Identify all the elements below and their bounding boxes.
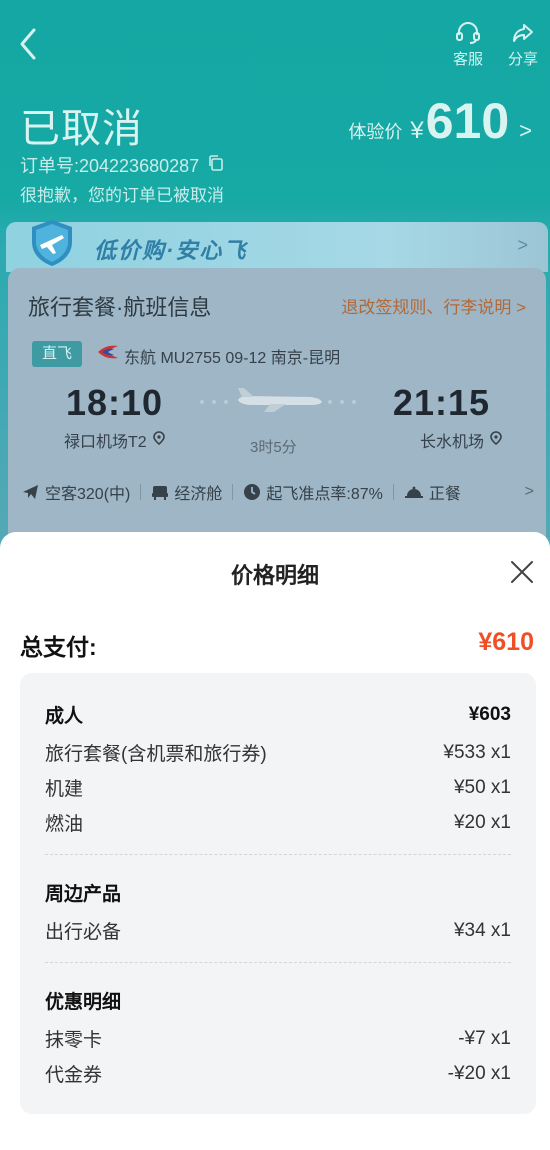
flight-duration: 3时5分 xyxy=(250,439,297,456)
line-item: 机建 ¥50 x1 xyxy=(45,770,511,805)
line-item: 燃油 ¥20 x1 xyxy=(45,805,511,840)
section-name: 优惠明细 xyxy=(45,992,122,1013)
close-button[interactable] xyxy=(504,554,540,590)
line-item-value: ¥34 x1 xyxy=(453,919,511,941)
aircraft-type: 空客320(中) xyxy=(22,480,130,504)
share-icon xyxy=(513,24,533,42)
section-name: 成人 xyxy=(45,706,84,727)
line-item-label: 机建 xyxy=(45,779,84,800)
promo-text: 低价购·安心飞 xyxy=(94,238,248,263)
departure-time: 18:10 xyxy=(66,382,164,423)
line-item-value: ¥50 x1 xyxy=(453,776,511,798)
section-header: 周边产品 xyxy=(45,875,511,910)
cabin-class-label: 经济舱 xyxy=(174,486,223,503)
on-time-rate-label: 起飞准点率:87% xyxy=(266,486,383,503)
price-detail-sheet: 价格明细 总支付: ¥610 成人 ¥603 旅行套餐(含机票和旅行券) ¥53… xyxy=(0,532,550,1150)
flight-info-card: 旅行套餐·航班信息 退改签规则、行李说明 > 直飞 东航 MU2755 09-1… xyxy=(8,268,546,560)
chevron-right-icon: > xyxy=(517,235,528,255)
section-header: 优惠明细 xyxy=(45,983,511,1018)
clock-icon xyxy=(244,484,261,500)
divider xyxy=(140,484,142,500)
price-value: 610 xyxy=(425,93,510,149)
order-status: 已取消 xyxy=(20,107,143,151)
copy-icon[interactable] xyxy=(207,154,225,177)
cabin-class: 经济舱 xyxy=(151,480,222,504)
on-time-rate: 起飞准点率:87% xyxy=(243,480,383,504)
back-icon[interactable] xyxy=(14,26,46,62)
section-name: 周边产品 xyxy=(45,884,122,905)
price-breakdown: 成人 ¥603 旅行套餐(含机票和旅行券) ¥533 x1 机建 ¥50 x1 … xyxy=(20,673,536,1114)
customer-service-button[interactable]: 客服 xyxy=(446,22,490,69)
direct-flight-tag: 直飞 xyxy=(32,341,82,367)
line-item: 出行必备 ¥34 x1 xyxy=(45,913,511,948)
china-eastern-logo-icon xyxy=(96,342,120,367)
departure-airport-name: 禄口机场T2 xyxy=(64,434,147,451)
airplane-icon xyxy=(198,380,358,425)
line-item-value: ¥533 x1 xyxy=(443,741,511,763)
line-item: 抹零卡 -¥7 x1 xyxy=(45,1021,511,1056)
close-icon xyxy=(511,561,533,583)
line-item: 旅行套餐(含机票和旅行券) ¥533 x1 xyxy=(45,735,511,770)
rules-link[interactable]: 退改签规则、行李说明 > xyxy=(341,293,526,318)
divider xyxy=(392,484,394,500)
flight-attributes[interactable]: 空客320(中) 经济舱 起飞准点率:87% 正餐 > xyxy=(22,480,534,504)
line-item-value: ¥20 x1 xyxy=(453,811,511,833)
order-number-row: 订单号:204223680287 xyxy=(20,152,225,178)
shield-plane-icon xyxy=(26,218,78,273)
section-discounts: 优惠明细 抹零卡 -¥7 x1 代金券 -¥20 x1 xyxy=(45,963,511,1091)
price-summary[interactable]: 体验价 ¥ 610 > xyxy=(348,92,532,150)
total-payment-label: 总支付: xyxy=(20,634,97,660)
arrival-airport-name: 长水机场 xyxy=(419,434,484,451)
line-item-label: 出行必备 xyxy=(45,922,122,943)
chevron-right-icon: > xyxy=(524,483,534,500)
line-item-label: 抹零卡 xyxy=(45,1030,103,1051)
line-item-label: 燃油 xyxy=(45,814,84,835)
line-item-label: 代金券 xyxy=(45,1065,103,1086)
section-extras: 周边产品 出行必备 ¥34 x1 xyxy=(45,855,511,963)
total-payment-value: ¥610 xyxy=(478,628,534,656)
cancel-message: 很抱歉，您的订单已被取消 xyxy=(20,186,224,205)
price-currency: ¥ xyxy=(410,117,424,144)
meal-info: 正餐 xyxy=(404,480,461,504)
chevron-right-icon: > xyxy=(516,298,526,317)
airline-flight-info: 东航 MU2755 09-12 南京-昆明 xyxy=(124,350,341,367)
line-item-value: -¥20 x1 xyxy=(447,1062,511,1084)
share-label: 分享 xyxy=(507,51,538,68)
departure-airport[interactable]: 禄口机场T2 xyxy=(64,428,165,452)
line-item-value: -¥7 x1 xyxy=(458,1027,511,1049)
sheet-title: 价格明细 xyxy=(230,563,319,588)
order-number: 订单号:204223680287 xyxy=(20,156,200,176)
price-label: 体验价 xyxy=(348,122,403,142)
aircraft-type-label: 空客320(中) xyxy=(45,486,131,503)
location-pin-icon xyxy=(152,430,165,450)
rules-link-label: 退改签规则、行李说明 xyxy=(341,298,512,317)
meal-icon xyxy=(404,486,423,498)
arrival-airport[interactable]: 长水机场 xyxy=(420,428,502,452)
divider xyxy=(232,484,234,500)
section-adult: 成人 ¥603 旅行套餐(含机票和旅行券) ¥533 x1 机建 ¥50 x1 … xyxy=(45,673,511,855)
customer-service-label: 客服 xyxy=(452,51,483,68)
chevron-right-icon: > xyxy=(519,118,532,143)
promo-banner[interactable]: 低价购·安心飞 > xyxy=(6,220,548,272)
share-button[interactable]: 分享 xyxy=(501,22,545,69)
section-header: 成人 ¥603 xyxy=(45,697,511,732)
headset-icon xyxy=(456,22,480,44)
order-detail-page: 客服 分享 已取消 体验价 ¥ 610 > 订单号:204223680287 很… xyxy=(0,0,550,560)
line-item-label: 旅行套餐(含机票和旅行券) xyxy=(45,744,267,765)
flight-section-title: 旅行套餐·航班信息 xyxy=(28,295,212,320)
line-item: 代金券 -¥20 x1 xyxy=(45,1056,511,1091)
arrival-time: 21:15 xyxy=(392,382,490,423)
seat-icon xyxy=(152,486,169,500)
plane-icon xyxy=(23,485,38,499)
meal-label: 正餐 xyxy=(428,486,461,503)
location-pin-icon xyxy=(490,430,502,450)
section-amount: ¥603 xyxy=(468,703,511,725)
